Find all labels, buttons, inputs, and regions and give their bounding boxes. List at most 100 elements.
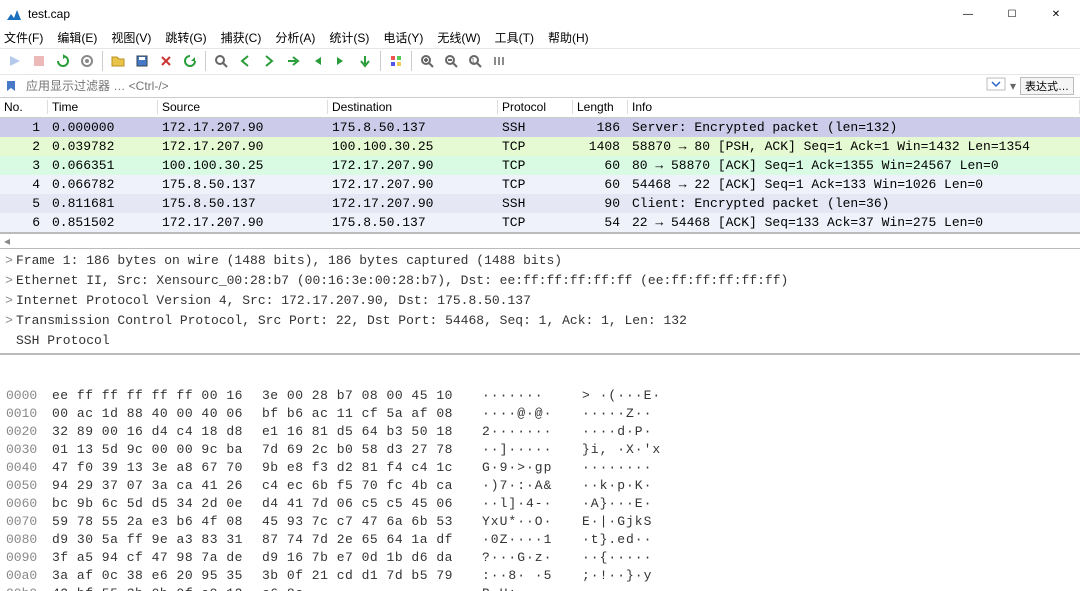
menu-edit[interactable]: 编辑(E) — [57, 29, 97, 46]
hex-ascii: YxU*··O· — [482, 514, 582, 529]
cell-source: 172.17.207.90 — [158, 120, 328, 135]
zoom-in-icon[interactable] — [416, 50, 438, 72]
packet-row[interactable]: 20.039782172.17.207.90100.100.30.25TCP14… — [0, 137, 1080, 156]
col-header-source[interactable]: Source — [158, 100, 328, 114]
menu-file[interactable]: 文件(F) — [4, 29, 43, 46]
reload-file-icon[interactable] — [179, 50, 201, 72]
hex-ascii: ?···G·z· — [482, 550, 582, 565]
expand-arrow-icon[interactable]: > — [2, 273, 16, 288]
expand-arrow-icon[interactable]: > — [2, 313, 16, 328]
packet-list-pane[interactable]: No. Time Source Destination Protocol Len… — [0, 98, 1080, 234]
col-header-length[interactable]: Length — [573, 100, 628, 114]
menubar: 文件(F) 编辑(E) 视图(V) 跳转(G) 捕获(C) 分析(A) 统计(S… — [0, 28, 1080, 48]
cell-protocol: SSH — [498, 196, 573, 211]
hex-ascii: ········ — [582, 460, 652, 475]
go-to-packet-icon[interactable] — [282, 50, 304, 72]
hex-bytes: d9 30 5a ff 9e a3 83 31 — [52, 532, 262, 547]
menu-stats[interactable]: 统计(S) — [329, 29, 369, 46]
start-capture-icon[interactable] — [4, 50, 26, 72]
go-first-icon[interactable] — [306, 50, 328, 72]
expand-arrow-icon[interactable]: > — [2, 293, 16, 308]
hex-row[interactable]: 002032 89 00 16 d4 c4 18 d8e1 16 81 d5 6… — [6, 423, 1074, 441]
expand-arrow-icon[interactable]: > — [2, 253, 16, 268]
detail-line[interactable]: >Ethernet II, Src: Xensourc_00:28:b7 (00… — [2, 271, 1080, 291]
packet-row[interactable]: 40.066782175.8.50.137172.17.207.90TCP605… — [0, 175, 1080, 194]
packet-row[interactable]: 50.811681175.8.50.137172.17.207.90SSH90C… — [0, 194, 1080, 213]
close-file-icon[interactable] — [155, 50, 177, 72]
go-last-icon[interactable] — [330, 50, 352, 72]
go-back-icon[interactable] — [234, 50, 256, 72]
col-header-time[interactable]: Time — [48, 100, 158, 114]
hex-row[interactable]: 0060bc 9b 6c 5d d5 34 2d 0ed4 41 7d 06 c… — [6, 495, 1074, 513]
auto-scroll-icon[interactable] — [354, 50, 376, 72]
colorize-icon[interactable] — [385, 50, 407, 72]
packet-details-pane[interactable]: >Frame 1: 186 bytes on wire (1488 bits),… — [0, 249, 1080, 355]
hex-ascii: ······· — [482, 388, 582, 403]
packet-row[interactable]: 60.851502172.17.207.90175.8.50.137TCP542… — [0, 213, 1080, 232]
hex-bytes: bf b6 ac 11 cf 5a af 08 — [262, 406, 472, 421]
hex-offset: 0030 — [6, 442, 52, 457]
filter-bookmark-icon[interactable] — [0, 79, 22, 93]
col-header-no[interactable]: No. — [0, 100, 48, 114]
cell-info: Client: Encrypted packet (len=36) — [628, 196, 1080, 211]
hex-ascii: E·|·GjkS — [582, 514, 652, 529]
menu-help[interactable]: 帮助(H) — [548, 29, 589, 46]
maximize-button[interactable]: ☐ — [990, 0, 1034, 28]
menu-capture[interactable]: 捕获(C) — [221, 29, 262, 46]
hex-ascii: 2······· — [482, 424, 582, 439]
col-header-protocol[interactable]: Protocol — [498, 100, 573, 114]
packet-bytes-pane[interactable]: 0000ee ff ff ff ff ff 00 163e 00 28 b7 0… — [0, 355, 1080, 591]
filter-expression-button[interactable]: 表达式… — [1020, 77, 1074, 95]
detail-line[interactable]: >Transmission Control Protocol, Src Port… — [2, 311, 1080, 331]
minimize-button[interactable]: — — [946, 0, 990, 28]
scrollbar-left-arrow-icon[interactable]: ◂ — [0, 234, 14, 248]
detail-line[interactable]: SSH Protocol — [2, 331, 1080, 351]
detail-text: Ethernet II, Src: Xensourc_00:28:b7 (00:… — [16, 273, 788, 288]
zoom-reset-icon[interactable]: 1 — [464, 50, 486, 72]
cell-destination: 172.17.207.90 — [328, 196, 498, 211]
zoom-out-icon[interactable] — [440, 50, 462, 72]
hex-row[interactable]: 0080d9 30 5a ff 9e a3 83 3187 74 7d 2e 6… — [6, 531, 1074, 549]
hex-bytes: 47 f0 39 13 3e a8 67 70 — [52, 460, 262, 475]
capture-options-icon[interactable] — [76, 50, 98, 72]
filter-dropdown-arrow-icon[interactable]: ▾ — [1010, 79, 1016, 93]
display-filter-input[interactable] — [22, 75, 986, 97]
open-file-icon[interactable] — [107, 50, 129, 72]
restart-capture-icon[interactable] — [52, 50, 74, 72]
resize-columns-icon[interactable] — [488, 50, 510, 72]
go-forward-icon[interactable] — [258, 50, 280, 72]
hex-row[interactable]: 001000 ac 1d 88 40 00 40 06bf b6 ac 11 c… — [6, 405, 1074, 423]
hex-row[interactable]: 004047 f0 39 13 3e a8 67 709b e8 f3 d2 8… — [6, 459, 1074, 477]
save-file-icon[interactable] — [131, 50, 153, 72]
hex-row[interactable]: 0000ee ff ff ff ff ff 00 163e 00 28 b7 0… — [6, 387, 1074, 405]
hex-row[interactable]: 00a03a af 0c 38 e6 20 95 353b 0f 21 cd d… — [6, 567, 1074, 585]
hex-row[interactable]: 007059 78 55 2a e3 b6 4f 0845 93 7c c7 4… — [6, 513, 1074, 531]
detail-line[interactable]: >Internet Protocol Version 4, Src: 172.1… — [2, 291, 1080, 311]
stop-capture-icon[interactable] — [28, 50, 50, 72]
menu-wireless[interactable]: 无线(W) — [437, 29, 480, 46]
main-toolbar: 1 — [0, 48, 1080, 75]
filter-dropdown-icon[interactable] — [986, 77, 1006, 94]
packet-row[interactable]: 30.066351100.100.30.25172.17.207.90TCP60… — [0, 156, 1080, 175]
col-header-info[interactable]: Info — [628, 100, 1080, 114]
hex-bytes: 94 29 37 07 3a ca 41 26 — [52, 478, 262, 493]
hex-row[interactable]: 005094 29 37 07 3a ca 41 26c4 ec 6b f5 7… — [6, 477, 1074, 495]
find-packet-icon[interactable] — [210, 50, 232, 72]
menu-go[interactable]: 跳转(G) — [165, 29, 206, 46]
cell-protocol: TCP — [498, 215, 573, 230]
hex-ascii: ;·!··}·y — [582, 568, 652, 583]
hex-ascii: ·· — [582, 586, 600, 591]
hex-row[interactable]: 00903f a5 94 cf 47 98 7a ded9 16 7b e7 0… — [6, 549, 1074, 567]
hex-row[interactable]: 00b042 bf 55 3b 0b 9f a9 12c6 8cB·U;····… — [6, 585, 1074, 591]
close-button[interactable]: ✕ — [1034, 0, 1078, 28]
menu-tools[interactable]: 工具(T) — [495, 29, 534, 46]
menu-analyze[interactable]: 分析(A) — [275, 29, 315, 46]
menu-view[interactable]: 视图(V) — [111, 29, 151, 46]
toolbar-separator — [205, 51, 206, 71]
packet-row[interactable]: 10.000000172.17.207.90175.8.50.137SSH186… — [0, 118, 1080, 137]
hex-row[interactable]: 003001 13 5d 9c 00 00 9c ba7d 69 2c b0 5… — [6, 441, 1074, 459]
hex-bytes: 3b 0f 21 cd d1 7d b5 79 — [262, 568, 472, 583]
menu-telephony[interactable]: 电话(Y) — [383, 29, 423, 46]
col-header-destination[interactable]: Destination — [328, 100, 498, 114]
detail-line[interactable]: >Frame 1: 186 bytes on wire (1488 bits),… — [2, 251, 1080, 271]
